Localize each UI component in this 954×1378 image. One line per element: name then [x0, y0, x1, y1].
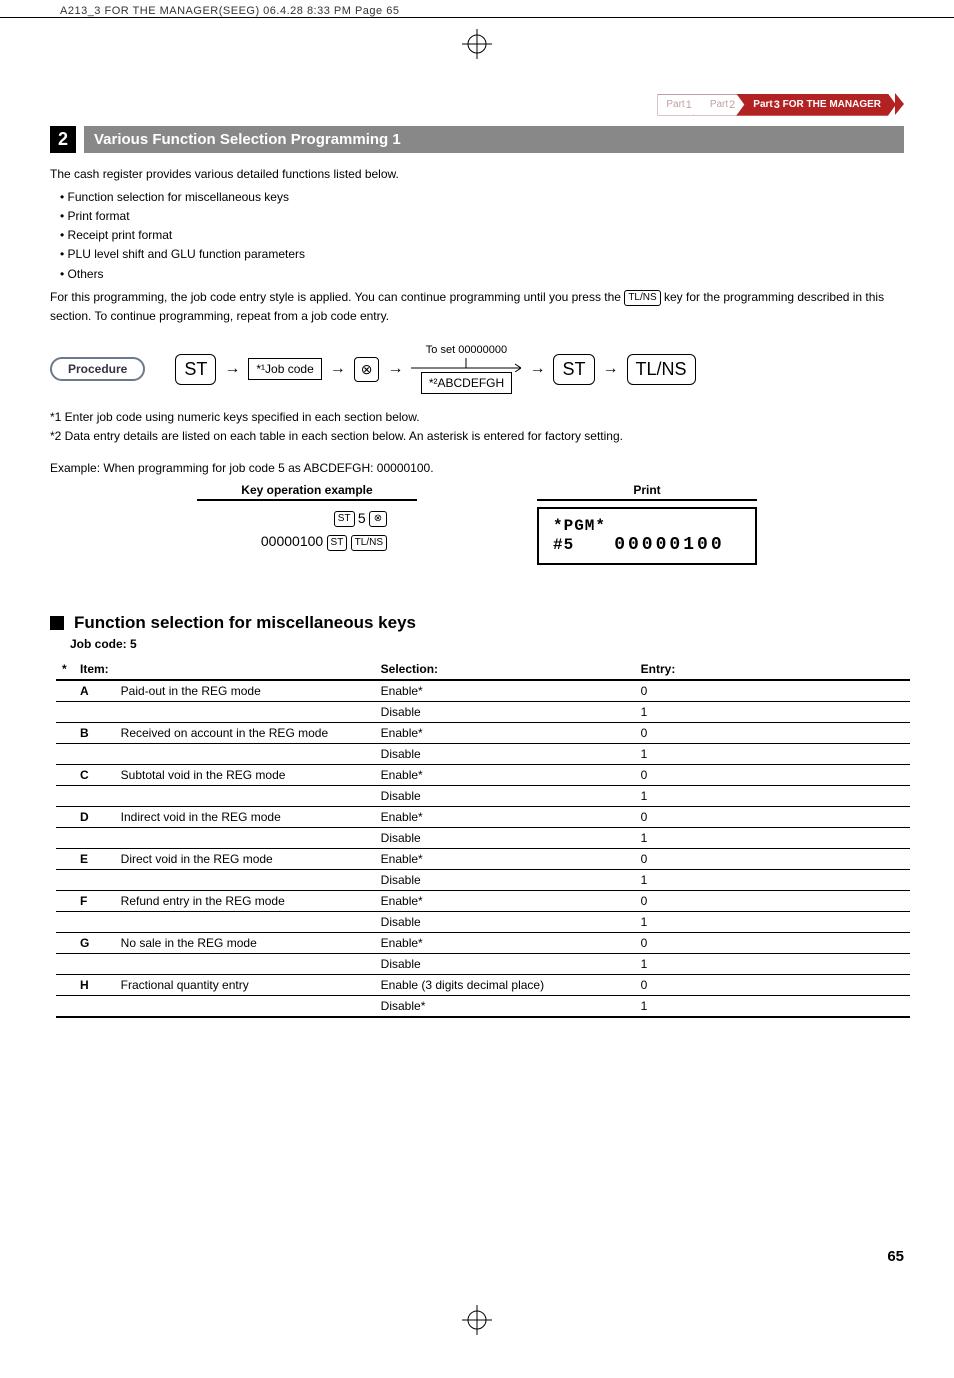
- breadcrumb-pointer: [895, 93, 904, 115]
- example-head-print: Print: [537, 483, 757, 501]
- table-row: Disable1: [56, 953, 910, 974]
- toset-label: To set 00000000: [426, 344, 507, 356]
- crumb-part2: Part2: [693, 94, 746, 116]
- footnote-2: *2 Data entry details are listed on each…: [50, 427, 904, 446]
- table-row: DIndirect void in the REG modeEnable*0: [56, 806, 910, 827]
- multiply-key-icon: ⊗: [369, 511, 387, 527]
- table-row: BReceived on account in the REG modeEnab…: [56, 722, 910, 743]
- jobcode-box: *¹Job code: [248, 358, 321, 380]
- subsection-title: Function selection for miscellaneous key…: [74, 613, 416, 633]
- tlns-key-icon: TL/NS: [627, 354, 696, 385]
- table-row: Disable1: [56, 701, 910, 722]
- crop-mark-bottom: [50, 1305, 904, 1338]
- multiply-key-icon: ⊗: [354, 357, 380, 382]
- table-row: CSubtotal void in the REG modeEnable*0: [56, 764, 910, 785]
- st-key-icon: ST: [334, 511, 355, 527]
- table-row: FRefund entry in the REG modeEnable*0: [56, 890, 910, 911]
- header-text: A213_3 FOR THE MANAGER(SEEG) 06.4.28 8:3…: [60, 5, 399, 17]
- section-title: Various Function Selection Programming 1: [84, 126, 904, 153]
- tlns-key-icon: TL/NS: [624, 290, 660, 306]
- section-number: 2: [50, 126, 76, 153]
- bullet-item: Function selection for miscellaneous key…: [60, 188, 904, 207]
- crop-mark-top: [462, 29, 492, 59]
- function-table: * Item: Selection: Entry: APaid-out in t…: [56, 659, 910, 1018]
- table-row: Disable1: [56, 743, 910, 764]
- table-row: HFractional quantity entryEnable (3 digi…: [56, 974, 910, 995]
- table-row: GNo sale in the REG modeEnable*0: [56, 932, 910, 953]
- bullet-item: Print format: [60, 207, 904, 226]
- intro-text: The cash register provides various detai…: [50, 165, 904, 184]
- th-desc: [115, 659, 375, 680]
- th-item: Item:: [74, 659, 115, 680]
- print-sample: *PGM* #500000100: [537, 507, 757, 565]
- footnote-1: *1 Enter job code using numeric keys spe…: [50, 408, 904, 427]
- bypass-arrow-icon: [411, 358, 521, 372]
- example-columns: Key operation example ST 5 ⊗ 00000100 ST…: [50, 483, 904, 565]
- bullet-item: Receipt print format: [60, 226, 904, 245]
- table-row: Disable1: [56, 869, 910, 890]
- procedure-label: Procedure: [50, 357, 145, 381]
- tlns-key-icon: TL/NS: [351, 535, 387, 551]
- procedure-flow: ST → *¹Job code → ⊗ → To set 00000000 *²…: [175, 344, 904, 394]
- print-line-2: #500000100: [553, 535, 741, 555]
- bullet-item: PLU level shift and GLU function paramet…: [60, 245, 904, 264]
- procedure-row: Procedure ST → *¹Job code → ⊗ → To set 0…: [50, 344, 904, 394]
- subsection-heading: Function selection for miscellaneous key…: [50, 613, 904, 633]
- footnotes: *1 Enter job code using numeric keys spe…: [50, 408, 904, 446]
- bullet-list: Function selection for miscellaneous key…: [60, 188, 904, 284]
- arrow-icon: →: [603, 360, 619, 378]
- example-text: Example: When programming for job code 5…: [50, 461, 904, 475]
- table-row: EDirect void in the REG modeEnable*0: [56, 848, 910, 869]
- st-key-icon: ST: [175, 354, 216, 385]
- example-head-key: Key operation example: [197, 483, 417, 501]
- st-key-icon: ST: [553, 354, 594, 385]
- example-key-body: ST 5 ⊗ 00000100 ST TL/NS: [197, 507, 417, 555]
- section-heading: 2 Various Function Selection Programming…: [50, 126, 904, 153]
- table-row: Disable1: [56, 827, 910, 848]
- st-key-icon: ST: [327, 535, 348, 551]
- bullet-item: Others: [60, 265, 904, 284]
- table-row: APaid-out in the REG modeEnable*0: [56, 680, 910, 702]
- table-row: Disable1: [56, 911, 910, 932]
- th-entry: Entry:: [635, 659, 910, 680]
- arrow-icon: →: [330, 360, 346, 378]
- th-star: *: [56, 659, 74, 680]
- table-row: Disable*1: [56, 995, 910, 1017]
- print-line-1: *PGM*: [553, 517, 741, 535]
- page-number: 65: [50, 1248, 904, 1265]
- arrow-icon: →: [387, 360, 403, 378]
- crumb-part3: Part3 FOR THE MANAGER: [736, 94, 896, 116]
- doc-header: A213_3 FOR THE MANAGER(SEEG) 06.4.28 8:3…: [0, 0, 954, 18]
- programming-note: For this programming, the job code entry…: [50, 288, 904, 326]
- job-code-label: Job code: 5: [70, 637, 904, 651]
- abcdefgh-box: *²ABCDEFGH: [421, 372, 512, 394]
- arrow-icon: →: [529, 360, 545, 378]
- square-bullet-icon: [50, 616, 64, 630]
- breadcrumb: Part1 Part2 Part3 FOR THE MANAGER: [50, 93, 904, 116]
- table-row: Disable1: [56, 785, 910, 806]
- arrow-icon: →: [224, 360, 240, 378]
- th-selection: Selection:: [375, 659, 635, 680]
